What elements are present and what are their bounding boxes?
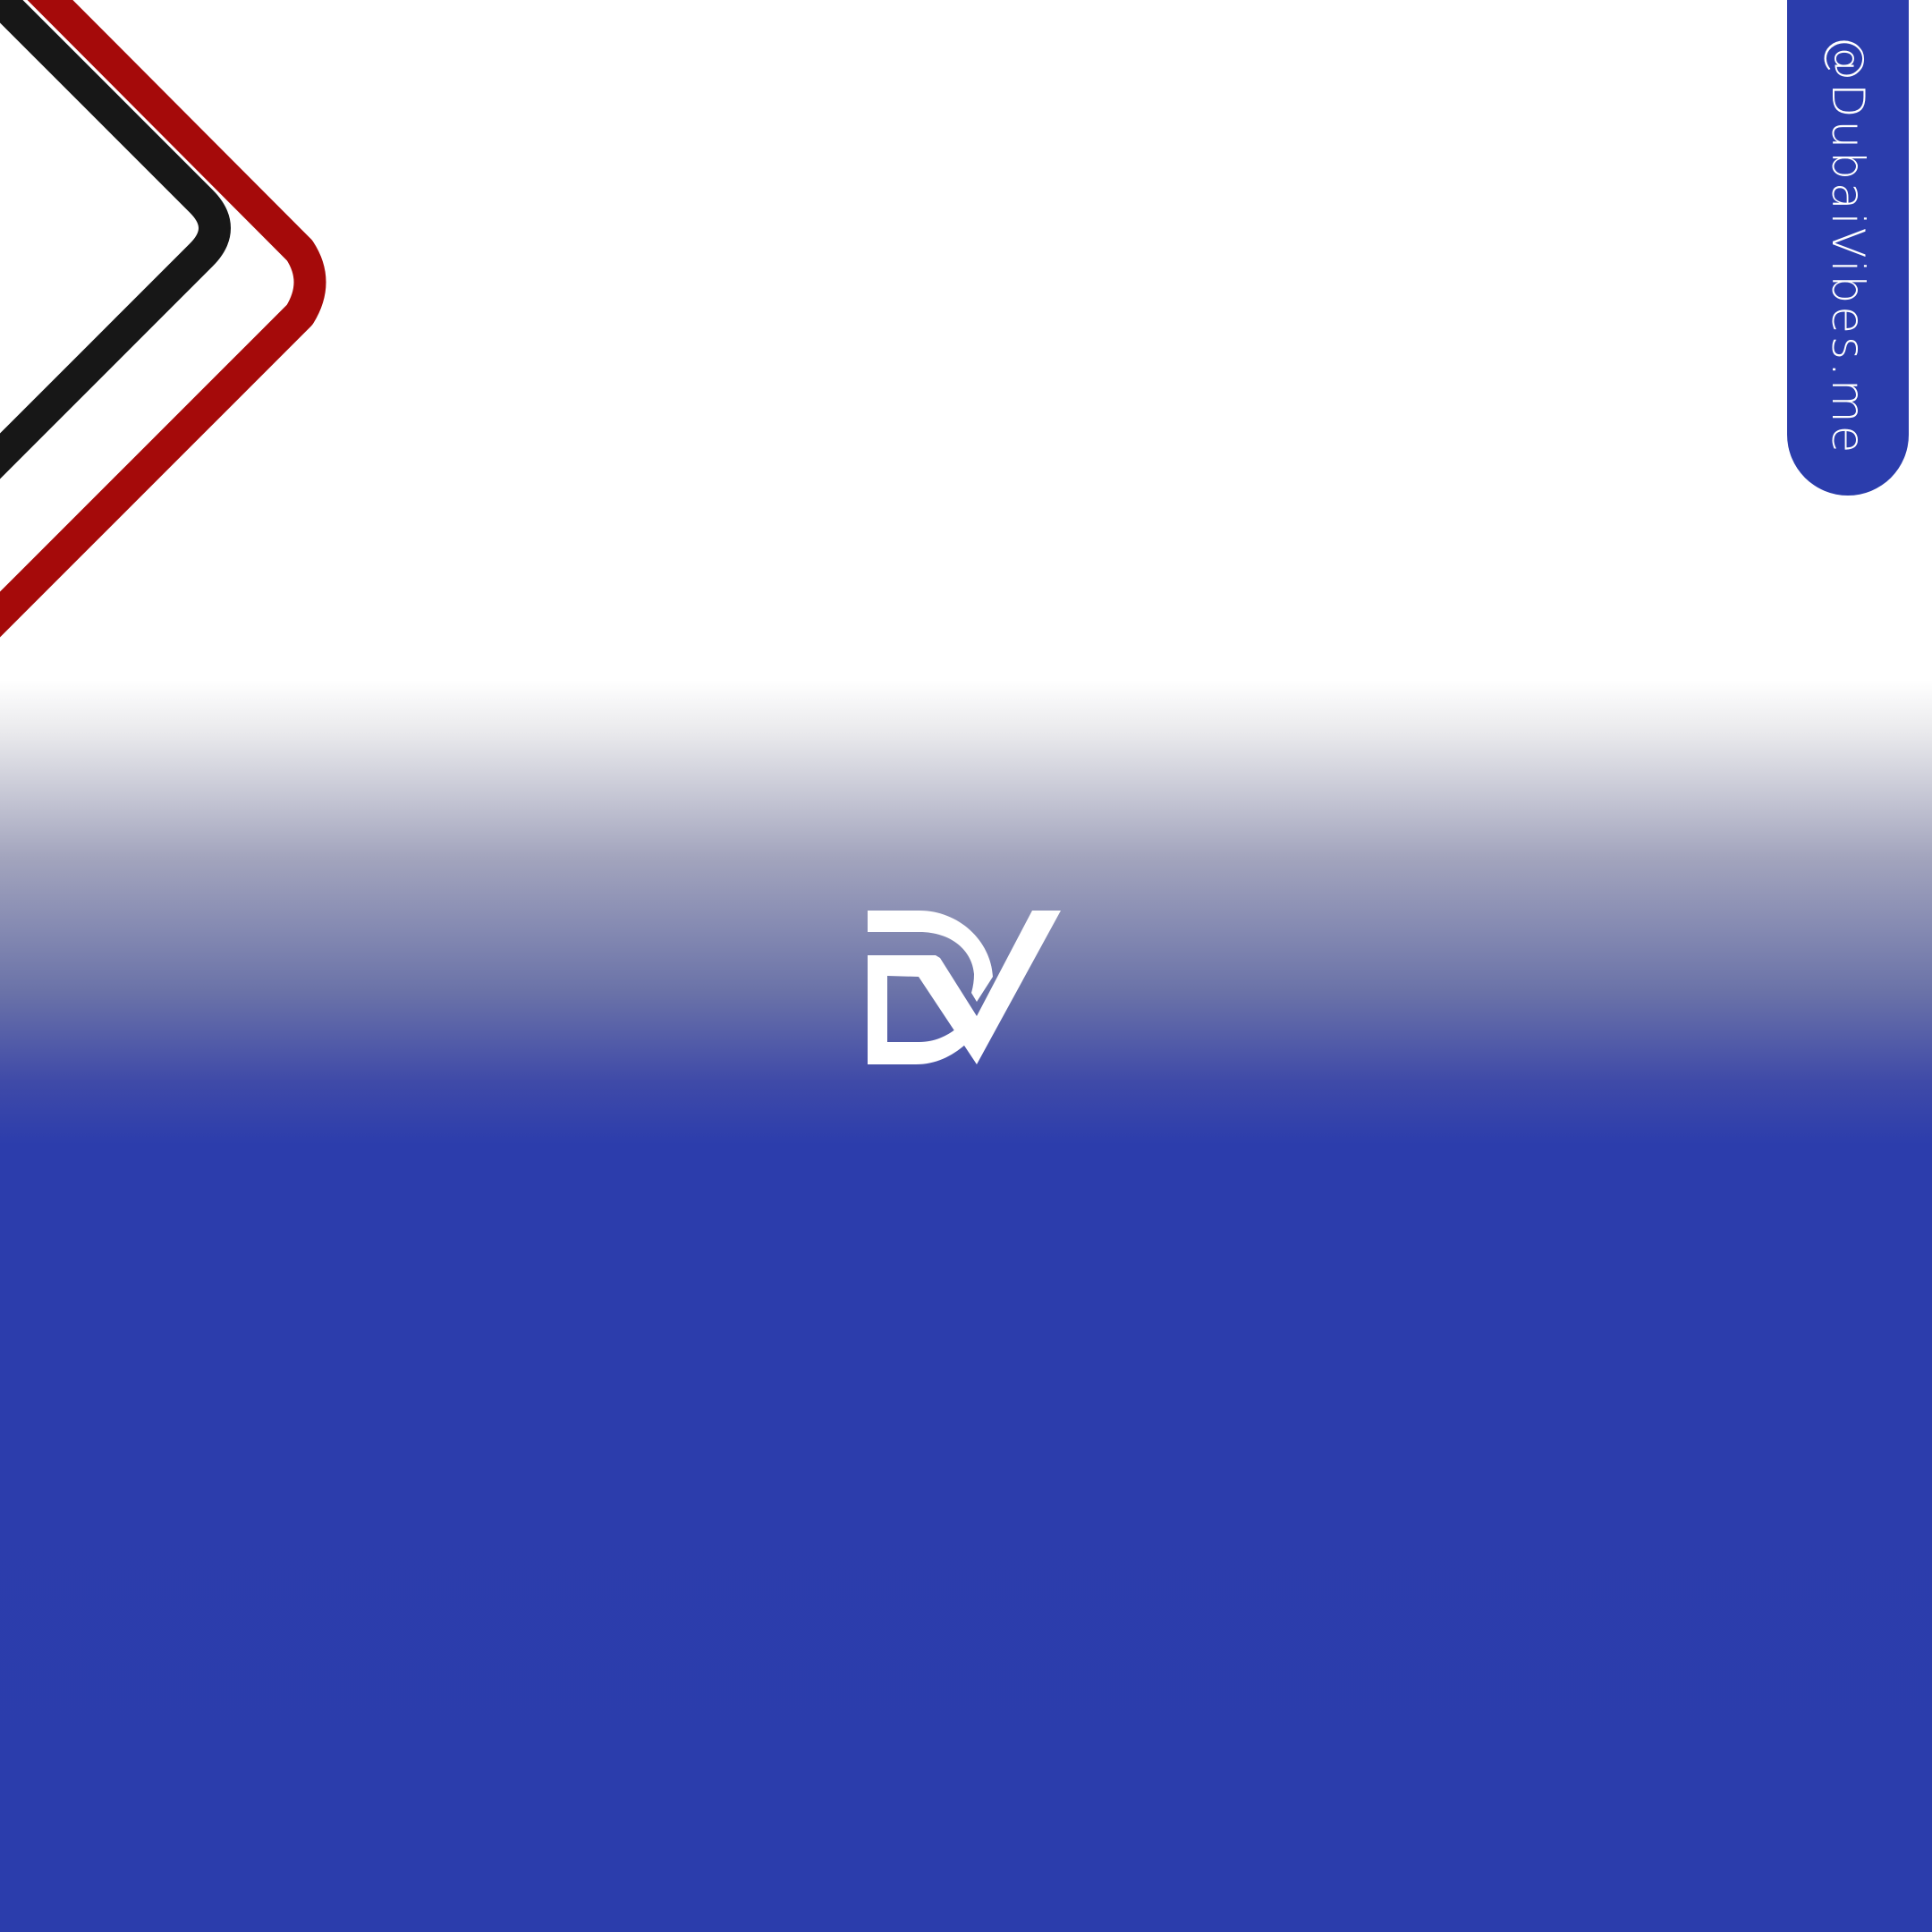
social-handle-text: @DubaiVibes.me xyxy=(1822,36,1874,456)
dv-monogram-logo-icon xyxy=(868,911,1061,1064)
chevron-stripes-icon xyxy=(0,0,326,638)
